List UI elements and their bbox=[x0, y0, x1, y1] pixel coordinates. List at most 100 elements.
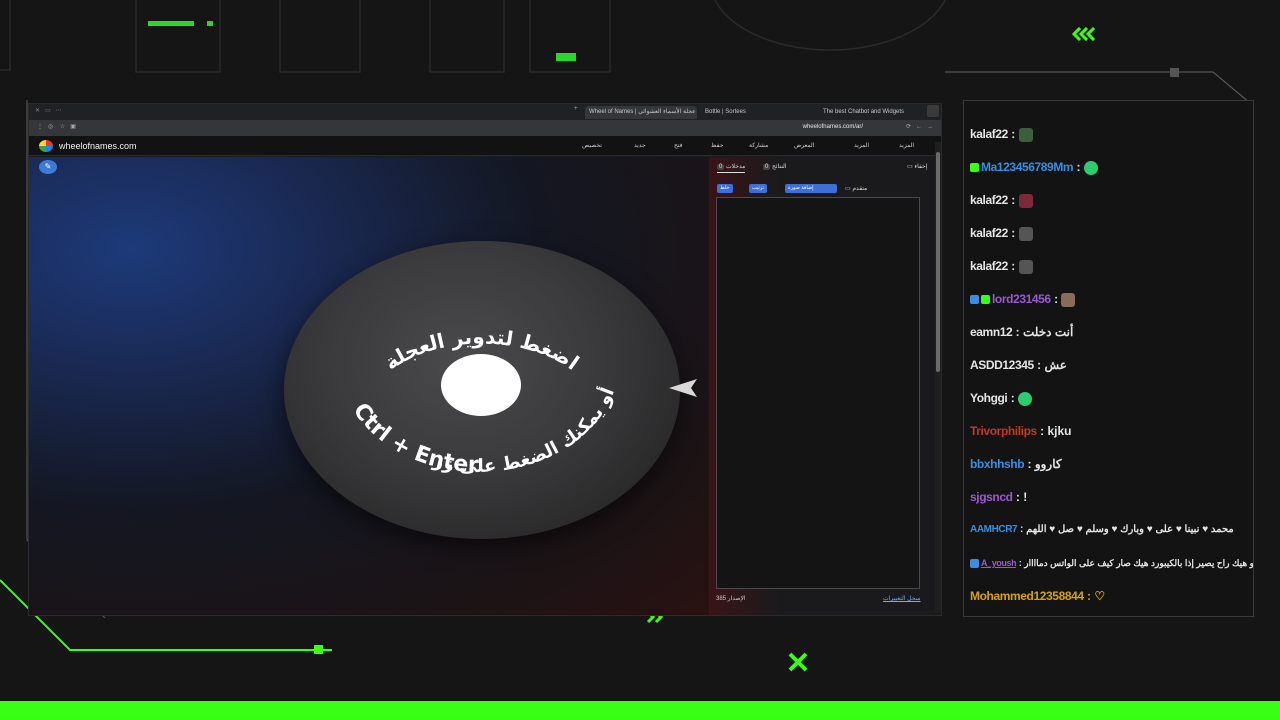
chat-message: kalaf22 : bbox=[970, 123, 1033, 145]
add-image-button[interactable]: إضافة صورة bbox=[785, 184, 837, 193]
chat-message: bbxhhshb : كاروو bbox=[970, 453, 1062, 475]
browser-window: ✕ ▭ ⋯ + Wheel of Names | عجلة الأسماء ال… bbox=[28, 103, 942, 616]
hide-toggle[interactable]: ▭ إخفاء bbox=[907, 163, 927, 170]
chat-username: bbxhhshb bbox=[970, 457, 1025, 471]
tab-wheel[interactable]: Wheel of Names | عجلة الأسماء العشوائي bbox=[585, 106, 697, 119]
advanced-checkbox[interactable]: ▭ متقدم bbox=[845, 185, 867, 192]
window-controls[interactable]: ✕ ▭ ⋯ bbox=[35, 107, 62, 114]
chat-text: : ! bbox=[1015, 490, 1028, 504]
entries-panel: ▭ إخفاء مدخلات 0 النتائج 0 خلط ترتيب إضا… bbox=[709, 157, 941, 615]
deco-dot bbox=[207, 21, 213, 26]
chat-username: Yohggi bbox=[970, 391, 1008, 405]
edit-icon[interactable]: ✎ bbox=[39, 160, 57, 174]
entries-textarea[interactable] bbox=[716, 197, 920, 589]
url-field[interactable]: wheelofnames.com/ar/ bbox=[803, 124, 863, 130]
emote-icon bbox=[1061, 292, 1076, 307]
stream-overlay: ✕ ▭ ⋯ + Wheel of Names | عجلة الأسماء ال… bbox=[0, 0, 1280, 720]
chat-text: : bbox=[1010, 391, 1015, 405]
chat-text: : أنت دخلت bbox=[1015, 325, 1074, 339]
chat-username: A_yoush bbox=[981, 558, 1017, 568]
nav-new[interactable]: جديد bbox=[634, 142, 646, 149]
shuffle-button[interactable]: خلط bbox=[717, 184, 733, 193]
chat-text: : ♡ bbox=[1087, 589, 1106, 603]
browser-action-icons[interactable]: ⟳ ← → bbox=[906, 123, 933, 130]
chat-text: : محمد ♥ نبينا ♥ على ♥ وبارك ♥ وسلم ♥ صل… bbox=[1019, 524, 1234, 535]
tab-results[interactable]: النتائج 0 bbox=[763, 163, 787, 170]
chat-message: Yohggi : bbox=[970, 387, 1033, 409]
nav-open[interactable]: فتح bbox=[674, 142, 683, 149]
bottom-accent-bar bbox=[0, 701, 1280, 720]
chat-text: : bbox=[1054, 292, 1059, 306]
chat-username: kalaf22 bbox=[970, 127, 1008, 141]
chat-username: sjgsncd bbox=[970, 490, 1013, 504]
site-header: wheelofnames.com المزيد المزيد المعرض مش… bbox=[29, 136, 941, 156]
badge-icon bbox=[970, 163, 979, 173]
spin-wheel[interactable]: اضغط لتدوير العجلة أو يمكنك الضغط على زر… bbox=[284, 241, 680, 539]
site-logo[interactable]: wheelofnames.com bbox=[59, 141, 137, 151]
tab-entries[interactable]: مدخلات 0 bbox=[717, 163, 746, 173]
emote-icon bbox=[1018, 127, 1033, 142]
chat-message: Trivorphilips : kjku bbox=[970, 420, 1072, 442]
chat-text: : عش bbox=[1037, 358, 1067, 372]
chat-text: : ابوة هو هيك راح يصير إذا بالكيبورد هيك… bbox=[1018, 558, 1254, 568]
chat-message: A_yoush : ابوة هو هيك راح يصير إذا بالكي… bbox=[970, 552, 1254, 574]
chat-username: AAMHCR7 bbox=[970, 524, 1018, 535]
chat-message: eamn12 : أنت دخلت bbox=[970, 321, 1073, 343]
chat-text: : bbox=[1011, 259, 1016, 273]
chat-message: sjgsncd : ! bbox=[970, 486, 1027, 508]
chat-text: : bbox=[1011, 193, 1016, 207]
chat-username: kalaf22 bbox=[970, 193, 1008, 207]
sort-button[interactable]: ترتيب bbox=[749, 184, 767, 193]
wheel-hub[interactable] bbox=[441, 354, 521, 416]
chat-message: lord231456 : bbox=[970, 288, 1076, 310]
chevrons-left-icon bbox=[1072, 27, 1096, 41]
chat-message: kalaf22 : bbox=[970, 222, 1033, 244]
tab-chatbot[interactable]: The best Chatbot and Widgets bbox=[819, 106, 919, 119]
wheel-pointer-icon bbox=[669, 379, 697, 397]
emote-icon bbox=[1018, 259, 1033, 274]
chat-panel: kalaf22 : Ma123456789Mm : kalaf22 : kala… bbox=[963, 100, 1254, 617]
chat-message: ASDD12345 : عش bbox=[970, 354, 1067, 376]
emote-icon bbox=[1018, 391, 1033, 406]
chat-text: : bbox=[1011, 226, 1016, 240]
chat-message: kalaf22 : bbox=[970, 255, 1033, 277]
emote-icon bbox=[1018, 226, 1033, 241]
chat-message: kalaf22 : bbox=[970, 189, 1033, 211]
page-scrollbar[interactable] bbox=[935, 142, 941, 612]
deco-bar bbox=[148, 21, 194, 26]
emote-icon bbox=[1018, 193, 1033, 208]
chat-username: Trivorphilips bbox=[970, 424, 1037, 438]
nav-share[interactable]: مشاركة bbox=[749, 142, 768, 149]
tab-menu-icon[interactable] bbox=[927, 105, 939, 117]
scroll-thumb[interactable] bbox=[936, 152, 940, 372]
new-tab-icon[interactable]: + bbox=[574, 106, 578, 112]
nav-gallery[interactable]: المعرض bbox=[794, 142, 814, 149]
chat-message: AAMHCR7 : محمد ♥ نبينا ♥ على ♥ وبارك ♥ و… bbox=[970, 519, 1234, 541]
version-label: الإصدار 385 bbox=[716, 596, 746, 602]
badge-icon bbox=[981, 295, 990, 305]
changelog-link[interactable]: سجل التغييرات bbox=[883, 595, 921, 602]
tab-bottle[interactable]: Bottle | Sortees bbox=[701, 106, 791, 119]
chat-username: eamn12 bbox=[970, 325, 1013, 339]
chat-message: Mohammed12358844 : ♡ bbox=[970, 585, 1105, 607]
x-mark-icon bbox=[788, 652, 808, 672]
badge-icon bbox=[970, 295, 979, 305]
chat-username: Mohammed12358844 bbox=[970, 589, 1084, 603]
nav-customize[interactable]: تخصيص bbox=[582, 142, 602, 149]
emote-icon bbox=[1083, 160, 1098, 175]
chat-text: : bbox=[1076, 160, 1081, 174]
nav-save[interactable]: حفظ bbox=[711, 142, 723, 149]
chat-text: : kjku bbox=[1040, 424, 1072, 438]
chat-text: : كاروو bbox=[1027, 457, 1062, 471]
logo-icon bbox=[39, 140, 53, 152]
chat-username: ASDD12345 bbox=[970, 358, 1034, 372]
badge-icon bbox=[970, 559, 979, 569]
chat-message: Ma123456789Mm : bbox=[970, 156, 1098, 178]
chat-username: Ma123456789Mm bbox=[981, 160, 1074, 174]
deco-bar bbox=[556, 53, 576, 61]
chat-username: kalaf22 bbox=[970, 226, 1008, 240]
wheel-area: ✎ اضغط لتدوير العجلة أو يمكنك الضغط على … bbox=[29, 157, 709, 615]
nav-icons[interactable]: ⋮ ◎ ☆ ▣ bbox=[37, 123, 76, 130]
nav-more-2[interactable]: المزيد bbox=[854, 142, 869, 149]
nav-more[interactable]: المزيد bbox=[899, 142, 914, 149]
